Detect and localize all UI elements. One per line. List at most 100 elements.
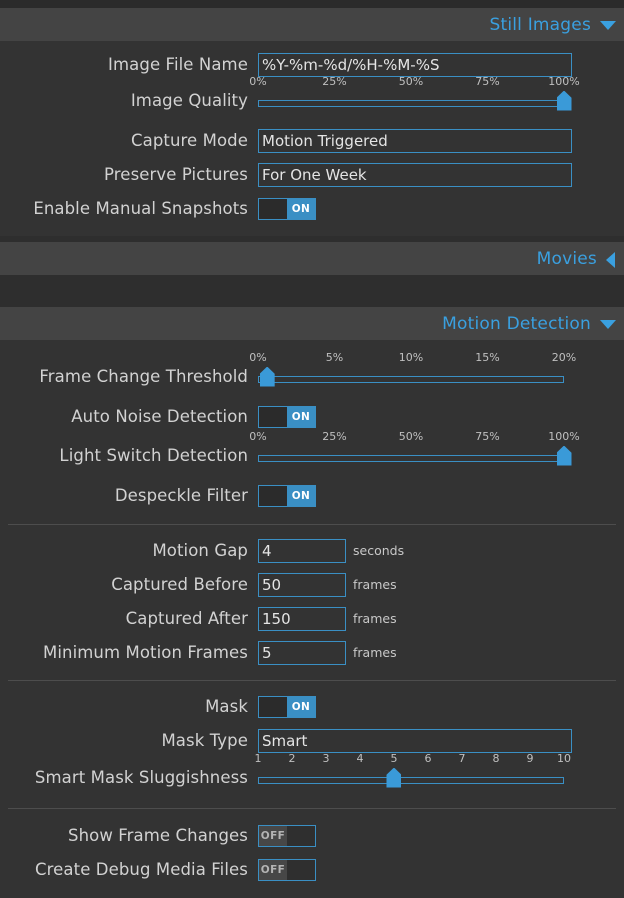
label-image-file-name: Image File Name [108, 55, 248, 74]
top-strip [0, 0, 624, 8]
section-title-motion-detection: Motion Detection [442, 313, 591, 334]
captured-after-input[interactable] [258, 606, 346, 631]
slider-track[interactable] [258, 375, 564, 383]
section-header-still-images[interactable]: Still Images [0, 8, 624, 41]
minimum-motion-frames-input[interactable] [258, 640, 346, 665]
toggle-state-label: ON [287, 485, 315, 506]
slider-track[interactable] [258, 99, 564, 107]
control-preserve-pictures [258, 162, 624, 187]
label-preserve-pictures: Preserve Pictures [104, 165, 248, 184]
slider-tick-label: 0% [249, 429, 267, 443]
slider-track[interactable] [258, 776, 564, 784]
mask-type-select[interactable] [258, 728, 572, 753]
control-auto-noise-detection: ON [258, 405, 624, 428]
frame-change-threshold-slider[interactable]: 0% 5% 10% 15% 20% [249, 351, 576, 391]
control-mask: ON [258, 695, 624, 718]
row-auto-noise-detection: Auto Noise Detection ON [0, 402, 624, 431]
label-captured-before: Captured Before [111, 575, 248, 594]
auto-noise-detection-toggle[interactable]: ON [258, 405, 316, 428]
section-header-movies[interactable]: Movies [0, 242, 624, 275]
show-frame-changes-toggle[interactable]: OFF [258, 824, 316, 847]
row-mask: Mask ON [0, 692, 624, 721]
row-image-quality: Image Quality 0% 25% 50% 75% 100% [0, 75, 624, 117]
slider-handle[interactable] [556, 90, 572, 111]
slider-tick-label: 100% [548, 74, 580, 88]
label-despeckle-filter: Despeckle Filter [114, 486, 248, 505]
slider-tick-label: 6 [424, 751, 432, 765]
toggle-state-label: OFF [259, 859, 287, 880]
control-create-debug-media-files: OFF [258, 858, 624, 881]
control-show-frame-changes: OFF [258, 824, 624, 847]
toggle-state-label: OFF [259, 825, 287, 846]
toggle-state-label: ON [287, 696, 315, 717]
slider-tick-label: 0% [249, 350, 267, 364]
slider-tick-label: 3 [322, 751, 330, 765]
control-light-switch-detection: 0% 25% 50% 75% 100% [249, 430, 624, 470]
section-body-motion-detection: Frame Change Threshold 0% 5% 10% 15% 20% Aut… [0, 340, 624, 898]
slider-tick-label: 1 [254, 751, 262, 765]
captured-before-input[interactable] [258, 572, 346, 597]
row-captured-after: Captured After frames [0, 604, 624, 633]
row-despeckle-filter: Despeckle Filter ON [0, 481, 624, 510]
slider-tick-label: 2 [288, 751, 296, 765]
enable-manual-snapshots-toggle[interactable]: ON [258, 197, 316, 220]
control-capture-mode [258, 128, 624, 153]
section-title-still-images: Still Images [489, 14, 591, 35]
slider-handle[interactable] [386, 767, 402, 788]
control-mask-type [258, 728, 624, 753]
control-minimum-motion-frames: frames [258, 640, 624, 665]
label-image-quality: Image Quality [130, 91, 248, 110]
label-enable-manual-snapshots: Enable Manual Snapshots [33, 199, 248, 218]
despeckle-filter-toggle[interactable]: ON [258, 484, 316, 507]
slider-tick-label: 25% [322, 429, 347, 443]
chevron-down-icon[interactable] [600, 320, 616, 329]
control-smart-mask-sluggishness: 1 2 3 4 5 6 7 8 9 10 [255, 752, 624, 792]
slider-tick-label: 9 [526, 751, 534, 765]
slider-tick-label: 100% [548, 429, 580, 443]
unit-minimum-motion-frames: frames [353, 645, 397, 660]
slider-handle[interactable] [556, 445, 572, 466]
image-quality-slider[interactable]: 0% 25% 50% 75% 100% [249, 75, 580, 115]
slider-tick-label: 50% [398, 74, 424, 88]
light-switch-detection-slider[interactable]: 0% 25% 50% 75% 100% [249, 430, 580, 470]
settings-panel: Still Images Image File Name Image Quali… [0, 0, 624, 898]
label-captured-after: Captured After [125, 609, 248, 628]
chevron-left-icon[interactable] [606, 251, 615, 268]
motion-gap-input[interactable] [258, 538, 346, 563]
smart-mask-sluggishness-slider[interactable]: 1 2 3 4 5 6 7 8 9 10 [255, 752, 571, 792]
slider-tick-label: 25% [322, 74, 347, 88]
label-create-debug-media-files: Create Debug Media Files [35, 860, 248, 879]
control-despeckle-filter: ON [258, 484, 624, 507]
toggle-state-label: ON [287, 198, 315, 219]
slider-ticks: 0% 25% 50% 75% 100% [249, 429, 579, 444]
slider-tick-label: 8 [492, 751, 500, 765]
slider-handle[interactable] [259, 366, 275, 387]
toggle-knob [287, 859, 315, 880]
preserve-pictures-select[interactable] [258, 162, 572, 187]
row-smart-mask-sluggishness: Smart Mask Sluggishness 1 2 3 4 5 6 7 8 9 10 [0, 752, 624, 794]
section-gap-movies [0, 275, 624, 307]
create-debug-media-files-toggle[interactable]: OFF [258, 858, 316, 881]
mask-toggle[interactable]: ON [258, 695, 316, 718]
row-minimum-motion-frames: Minimum Motion Frames frames [0, 638, 624, 667]
row-captured-before: Captured Before frames [0, 570, 624, 599]
control-captured-after: frames [258, 606, 624, 631]
control-image-file-name [258, 52, 624, 77]
chevron-down-icon[interactable] [600, 21, 616, 30]
image-file-name-input[interactable] [258, 52, 572, 77]
capture-mode-select[interactable] [258, 128, 572, 153]
slider-track[interactable] [258, 454, 564, 462]
slider-tick-label: 7 [458, 751, 466, 765]
label-frame-change-threshold: Frame Change Threshold [39, 367, 248, 386]
section-header-motion-detection[interactable]: Motion Detection [0, 307, 624, 340]
slider-ticks: 1 2 3 4 5 6 7 8 9 10 [254, 751, 572, 766]
label-mask-type: Mask Type [161, 731, 248, 750]
